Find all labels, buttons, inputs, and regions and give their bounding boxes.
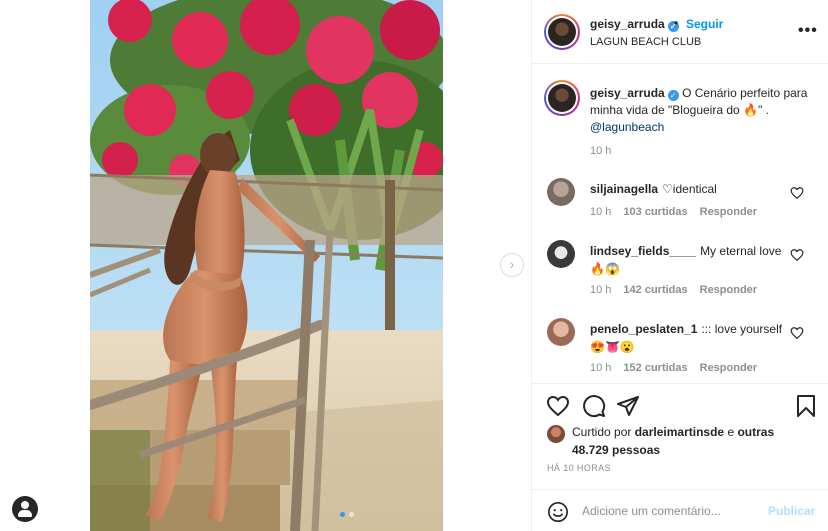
post-photo[interactable] (90, 0, 443, 531)
comment-username[interactable]: lindsey_fields____ (590, 244, 696, 258)
profile-icon[interactable] (12, 496, 38, 522)
comment-likes[interactable]: 103 curtidas (623, 206, 687, 218)
liker-username[interactable]: darleimartinsde (635, 425, 724, 439)
comment-username[interactable]: siljainagella (590, 182, 658, 196)
emoji-icon[interactable] (547, 501, 569, 523)
reply-button[interactable]: Responder (700, 206, 757, 218)
add-comment-bar: Publicar (532, 489, 828, 531)
caption-avatar[interactable] (544, 80, 580, 116)
follow-button[interactable]: Seguir (686, 17, 723, 31)
comment-meta: 10 h 103 curtidas Responder (590, 206, 757, 218)
post-header: geisy_arruda ✓ • Seguir LAGUN BEACH CLUB … (532, 0, 828, 64)
comment-icon[interactable] (582, 394, 606, 418)
comment-time[interactable]: 10 h (590, 284, 611, 296)
comment-avatar[interactable] (547, 240, 575, 268)
comment-avatar[interactable] (547, 178, 575, 206)
carousel-dot-active (340, 512, 345, 517)
comment-text: siljainagella ♡identical (590, 180, 790, 198)
comment-time[interactable]: 10 h (590, 206, 611, 218)
more-options-icon[interactable]: ••• (798, 22, 818, 40)
heart-icon[interactable] (790, 186, 804, 200)
post-timestamp[interactable]: HÁ 10 HORAS (547, 463, 611, 473)
chevron-right-icon[interactable]: › (500, 253, 524, 277)
stairs (90, 380, 300, 531)
carousel-dot (349, 512, 354, 517)
heart-icon[interactable] (790, 248, 804, 262)
liked-connector: e (727, 425, 735, 439)
like-heart-icon[interactable] (546, 394, 570, 418)
caption-time[interactable]: 10 h (590, 145, 611, 157)
mention-link[interactable]: @lagunbeach (590, 119, 816, 136)
comment-meta: 10 h 142 curtidas Responder (590, 284, 757, 296)
reply-button[interactable]: Responder (700, 362, 757, 374)
photo-illustration (90, 0, 443, 531)
separator: • (674, 16, 679, 30)
post-actions: Curtido por darleimartinsde e outras 48.… (532, 383, 828, 531)
comment-item: lindsey_fields____ My eternal love 🔥😱 10 … (532, 240, 828, 318)
location-link[interactable]: LAGUN BEACH CLUB (590, 36, 701, 48)
instagram-post-view: › geisy_arruda ✓ • Seguir LAGUN BEACH CLU… (0, 0, 828, 531)
liker-avatar[interactable] (547, 425, 565, 443)
comment-text: penelo_peslaten_1::: love yourself 😍👅😮 (590, 320, 790, 356)
comment-likes[interactable]: 152 curtidas (623, 362, 687, 374)
publish-button[interactable]: Publicar (768, 504, 815, 518)
comment-text: lindsey_fields____ My eternal love 🔥😱 (590, 242, 790, 278)
heart-icon[interactable] (790, 326, 804, 340)
caption-text: geisy_arruda ✓ O Cenário perfeito para mi… (590, 85, 816, 136)
username-text[interactable]: geisy_arruda (590, 17, 665, 31)
header-username[interactable]: geisy_arruda ✓ (590, 17, 679, 32)
comment-input[interactable] (582, 502, 752, 520)
comment-body: ♡identical (662, 182, 717, 196)
header-avatar[interactable] (544, 14, 580, 50)
reply-button[interactable]: Responder (700, 284, 757, 296)
carousel-dots (340, 512, 354, 517)
share-icon[interactable] (616, 394, 640, 418)
caption-username[interactable]: geisy_arruda (590, 86, 665, 100)
post-side-panel: geisy_arruda ✓ • Seguir LAGUN BEACH CLUB … (532, 0, 828, 531)
liked-prefix: Curtido por (572, 425, 632, 439)
comment-username[interactable]: penelo_peslaten_1 (590, 322, 697, 336)
bookmark-icon[interactable] (794, 394, 818, 418)
verified-icon: ✓ (667, 90, 679, 101)
comment-avatar[interactable] (547, 318, 575, 346)
comment-time[interactable]: 10 h (590, 362, 611, 374)
comment-meta: 10 h 152 curtidas Responder (590, 362, 757, 374)
media-area: › (0, 0, 532, 531)
comment-likes[interactable]: 142 curtidas (623, 284, 687, 296)
